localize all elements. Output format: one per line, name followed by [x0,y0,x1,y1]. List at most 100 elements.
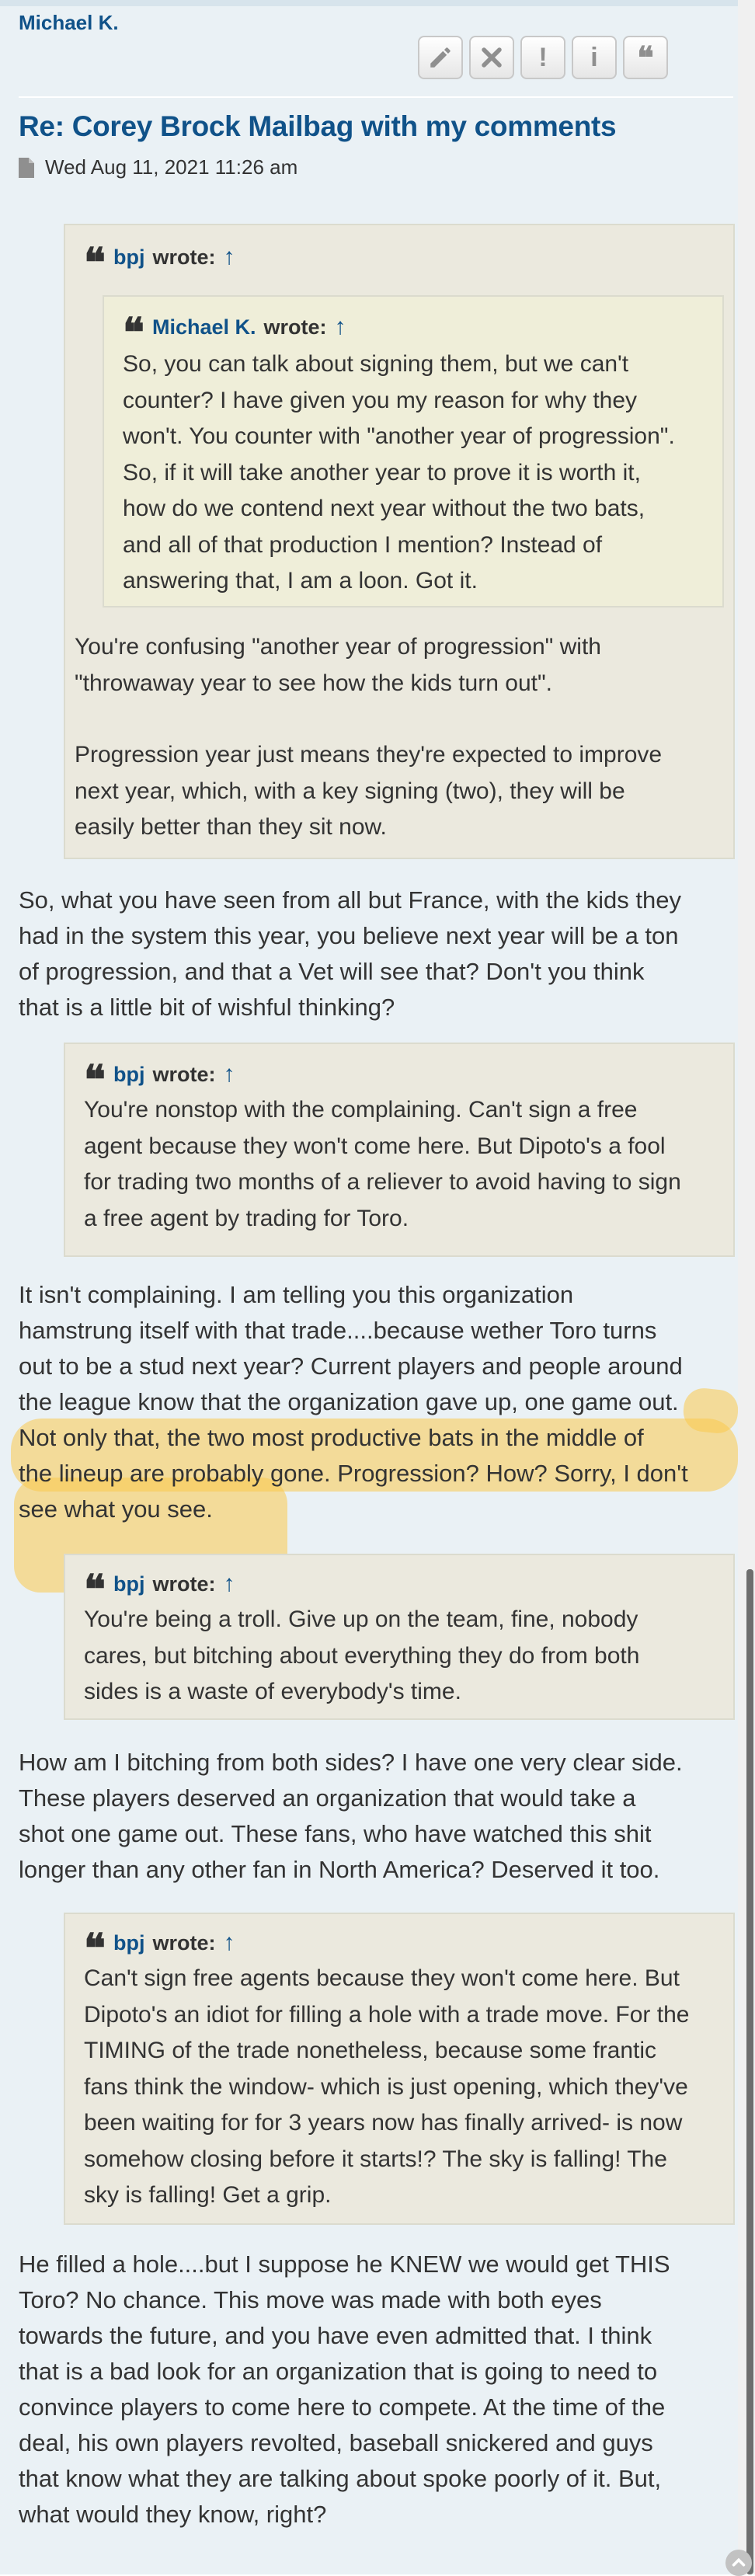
info-button[interactable]: i [572,36,617,79]
quote-citation: ❝ bpj wrote: ↑ [84,1057,715,1104]
post-text: So, what you have seen from all but Fran… [19,882,733,1025]
post-container: Michael K. ! i ❝ Re: Corey Brock Mailbag… [0,0,738,2574]
blockquote: ❝ bpj wrote: ↑ You're being a troll. Giv… [64,1554,735,1720]
text-line: Toro? No chance. This move was made with… [19,2286,602,2313]
text-line: These players deserved an organization t… [19,1784,636,1812]
quote-wrote-label: wrote: [152,1572,216,1596]
quote-icon: ❝ [84,239,106,287]
text-line: convince players to come here to compete… [19,2393,666,2421]
text-line: How am I bitching from both sides? I hav… [19,1749,683,1776]
text-line: what would they know, right? [19,2501,327,2528]
edit-button[interactable] [418,36,463,79]
text-line: how do we contend next year without the … [123,496,645,521]
quote-icon: ❝ [637,39,654,76]
post-meta: Wed Aug 11, 2021 11:26 am [19,155,297,179]
close-icon [482,47,502,68]
text-line: TIMING of the trade nonetheless, because… [84,2038,657,2063]
post-text: He filled a hole....but I suppose he KNE… [19,2247,733,2532]
text-line: You're being a troll. Give up on the tea… [84,1607,638,1632]
text-line: a free agent by trading for Toro. [84,1205,409,1231]
quote-author-link[interactable]: bpj [113,1572,145,1596]
text-line: of progression, and that a Vet will see … [19,958,645,985]
text-line: You're confusing "another year of progre… [75,634,601,660]
text-line: out to be a stud next year? Current play… [19,1352,683,1380]
quote-author-link[interactable]: bpj [113,1931,145,1955]
post-author-link[interactable]: Michael K. [19,11,119,35]
post-file-icon [19,157,34,178]
post-text: How am I bitching from both sides? I hav… [19,1745,733,1888]
quote-icon: ❝ [84,1057,106,1104]
text-line: answering that, I am a loon. Got it. [123,568,478,594]
quote-author-link[interactable]: Michael K. [152,315,256,339]
quote-wrote-label: wrote: [152,1930,216,1955]
chevron-up-icon [732,2557,746,2567]
quote-citation: ❝ bpj wrote: ↑ [84,239,715,287]
text-line: the league know that the organization ga… [19,1388,679,1415]
text-line: Can't sign free agents because they won'… [84,1965,680,1991]
text-line: Dipoto's an idiot for filling a hole wit… [84,2001,690,2028]
quote-citation: ❝ Michael K. wrote: ↑ [123,309,704,357]
quote-button[interactable]: ❝ [623,36,668,79]
text-line: Progression year just means they're expe… [75,742,663,768]
text-line: been waiting for for 3 years now has fin… [84,2110,683,2136]
post-date: Wed Aug 11, 2021 11:26 am [45,155,298,179]
text-line: So, what you have seen from all but Fran… [19,886,681,914]
text-line: sides is a waste of everybody's time. [84,1679,461,1704]
text-line: "throwaway year to see how the kids turn… [75,670,552,696]
text-line: had in the system this year, you believe… [19,922,679,949]
text-line: You're nonstop with the complaining. Can… [84,1097,638,1123]
jump-to-post-icon[interactable]: ↑ [223,1061,235,1088]
text-line: So, you can talk about signing them, but… [123,351,629,377]
post-title-link[interactable]: Re: Corey Brock Mailbag with my comments [19,110,617,143]
post-buttons: ! i ❝ [418,36,668,79]
quote-author-link[interactable]: bpj [113,245,145,270]
text-line: longer than any other fan in North Ameri… [19,1856,660,1883]
pencil-icon [430,47,451,68]
quote-icon: ❝ [123,309,144,357]
text-line: hamstrung itself with that trade....beca… [19,1317,657,1344]
report-button[interactable]: ! [520,36,565,79]
quote-citation: ❝ bpj wrote: ↑ [84,1925,715,1969]
top-border [0,0,738,6]
text-line: fans think the window- which is just ope… [84,2073,688,2100]
quote-citation: ❝ bpj wrote: ↑ [84,1566,715,1613]
text-line: the lineup are probably gone. Progressio… [19,1460,688,1487]
jump-to-post-icon[interactable]: ↑ [335,314,346,340]
text-line: It isn't complaining. I am telling you t… [19,1281,574,1308]
quote-text: Can't sign free agents because they won'… [84,1961,715,2214]
text-line: counter? I have given you my reason for … [123,387,638,413]
text-line: for trading two months of a reliever to … [84,1169,681,1195]
text-line: Not only that, the two most productive b… [19,1424,644,1451]
text-line: sky is falling! Get a grip. [84,2182,332,2208]
divider [19,96,733,98]
quote-wrote-label: wrote: [152,245,216,269]
text-line: agent because they won't come here. But … [84,1133,666,1159]
quote-text: You're being a troll. Give up on the tea… [84,1602,715,1711]
text-line: and all of that production I mention? In… [123,531,603,558]
jump-to-post-icon[interactable]: ↑ [223,1930,235,1956]
quote-wrote-label: wrote: [152,1062,216,1086]
text-line: somehow closing before it starts!? The s… [84,2146,667,2172]
quote-author-link[interactable]: bpj [113,1063,145,1087]
scrollbar-thumb[interactable] [746,1569,753,2574]
nested-blockquote: ❝ Michael K. wrote: ↑ So, you can talk a… [103,295,724,607]
text-line: that is a bad look for an organization t… [19,2358,658,2385]
delete-button[interactable] [469,36,514,79]
exclamation-icon: ! [538,42,548,72]
text-line: shot one game out. These fans, who have … [19,1820,652,1847]
blockquote: ❝ bpj wrote: ↑ You're nonstop with the c… [64,1043,735,1257]
quote-text: You're confusing "another year of progre… [75,629,727,846]
text-line: that is a little bit of wishful thinking… [19,994,395,1021]
quote-text: So, you can talk about signing them, but… [123,346,704,600]
quote-wrote-label: wrote: [263,315,327,339]
text-line: deal, his own players revolted, baseball… [19,2429,653,2456]
text-line: cares, but bitching about everything the… [84,1642,640,1669]
info-icon: i [590,42,598,72]
blockquote: ❝ bpj wrote: ↑ Can't sign free agents be… [64,1913,735,2225]
text-line: easily better than they sit now. [75,814,387,840]
back-to-top-button[interactable] [725,2550,752,2576]
jump-to-post-icon[interactable]: ↑ [223,1571,235,1597]
jump-to-post-icon[interactable]: ↑ [223,244,235,270]
quote-icon: ❝ [84,1566,106,1613]
quote-text: You're nonstop with the complaining. Can… [84,1092,715,1237]
